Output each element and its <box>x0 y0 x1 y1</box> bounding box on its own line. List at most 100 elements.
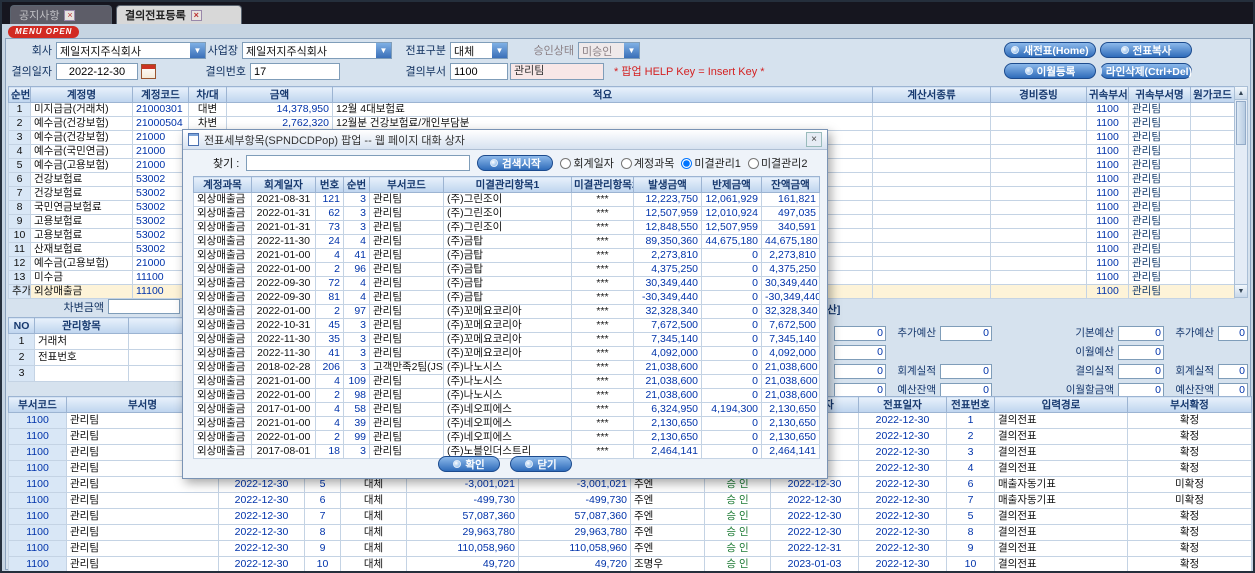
table-row[interactable]: 외상매출금 2021-01-31 73 3 관리팀 (주)그린조이 *** 12,848,55… <box>193 220 820 235</box>
table-row[interactable]: 외상매출금 2022-01-31 62 3 관리팀 (주)그린조이 *** 12,507,95… <box>193 206 820 221</box>
cell[interactable] <box>1190 172 1235 187</box>
cell[interactable]: 0 <box>701 276 762 291</box>
cell[interactable]: 110,058,960 <box>518 540 631 557</box>
cell[interactable]: 32,328,340 <box>761 304 820 319</box>
cell[interactable]: 2022-12-30 <box>858 556 947 571</box>
cell[interactable]: 2 <box>946 428 995 445</box>
cell[interactable]: 2022-12-30 <box>770 492 859 509</box>
cell[interactable]: 21000 <box>132 130 189 145</box>
cell[interactable]: *** <box>571 290 634 305</box>
cell[interactable]: 2022-09-30 <box>251 290 316 305</box>
budget-field[interactable]: 0 <box>1118 326 1164 341</box>
cell[interactable]: 관리팀 <box>369 206 444 221</box>
cell[interactable] <box>990 158 1087 173</box>
cell[interactable] <box>1190 116 1235 131</box>
cell[interactable]: 매출자동기표 <box>994 476 1128 493</box>
cell[interactable]: 12,848,550 <box>633 220 702 235</box>
table-row[interactable]: 외상매출금 2022-11-30 24 4 관리팀 (주)금탑 *** 89,350,360 4… <box>193 234 820 249</box>
cell[interactable]: 4,092,000 <box>761 346 820 361</box>
cell[interactable]: (주)네오피에스 <box>443 416 572 431</box>
cell[interactable] <box>872 284 991 299</box>
cell[interactable]: 관리팀 <box>1128 200 1191 215</box>
cell[interactable]: 8 <box>304 524 341 541</box>
cell[interactable]: 외상매출금 <box>193 402 252 417</box>
cell[interactable]: 관리팀 <box>369 290 444 305</box>
cell[interactable]: 2022-12-30 <box>858 428 947 445</box>
table-row[interactable]: 외상매출금 2022-11-30 35 3 관리팀 (주)꼬메요코리아 *** 7,345,1… <box>193 332 820 347</box>
cell[interactable]: 미확정 <box>1127 492 1252 509</box>
cell[interactable]: 57,087,360 <box>406 508 519 525</box>
site-select[interactable]: 제일저지주식회사 ▼ <box>242 42 392 59</box>
cell[interactable]: 1100 <box>1086 200 1129 215</box>
cell[interactable]: 12월 4대보험료 <box>332 102 873 117</box>
cell[interactable]: 0 <box>701 346 762 361</box>
radio-icon[interactable] <box>681 157 693 169</box>
cell[interactable]: 5 <box>946 508 995 525</box>
cell[interactable]: 21000301 <box>132 102 189 117</box>
cell[interactable]: *** <box>571 360 634 375</box>
cell[interactable]: *** <box>571 402 634 417</box>
cell[interactable]: 1100 <box>1086 130 1129 145</box>
cell[interactable]: 미수금 <box>30 270 133 285</box>
cell[interactable]: 외상매출금 <box>193 192 252 207</box>
cell[interactable]: 대체 <box>340 508 407 525</box>
cell[interactable]: 9 <box>946 540 995 557</box>
cell[interactable]: 2022-12-30 <box>858 476 947 493</box>
cell[interactable]: 12,507,959 <box>701 220 762 235</box>
table-row[interactable]: 외상매출금 2022-09-30 81 4 관리팀 (주)금탑 *** -30,349,440… <box>193 290 820 305</box>
cell[interactable]: 관리팀 <box>1128 270 1191 285</box>
cell[interactable]: 확정 <box>1127 540 1252 557</box>
cell[interactable]: 외상매출금 <box>193 206 252 221</box>
cell[interactable]: 98 <box>343 388 370 403</box>
cell[interactable]: 14,378,950 <box>226 102 333 117</box>
cell[interactable]: 승 인 <box>704 492 771 509</box>
cell[interactable]: 대체 <box>340 540 407 557</box>
cell[interactable]: *** <box>571 262 634 277</box>
radio-account-title[interactable]: 계정과목 <box>620 155 674 171</box>
cell[interactable]: 2 <box>315 304 344 319</box>
cell[interactable] <box>990 172 1087 187</box>
cell[interactable]: 2022-12-30 <box>218 492 305 509</box>
table-row[interactable]: 외상매출금 2021-01-00 4 41 관리팀 (주)금탑 *** 2,273,810 0 2… <box>193 248 820 263</box>
cell[interactable]: 관리팀 <box>369 318 444 333</box>
resolution-no-input[interactable] <box>250 63 340 80</box>
cell[interactable]: 대체 <box>340 524 407 541</box>
tab-slip-entry[interactable]: 결의전표등록 × <box>116 5 242 24</box>
cell[interactable]: 주엔 <box>630 540 705 557</box>
cell[interactable]: 0 <box>701 262 762 277</box>
cell[interactable]: 2022-11-30 <box>251 332 316 347</box>
radio-icon[interactable] <box>620 157 632 169</box>
cell[interactable] <box>872 144 991 159</box>
cell[interactable]: 조명우 <box>630 556 705 571</box>
budget-field[interactable]: 0 <box>834 364 886 379</box>
cell[interactable]: *** <box>571 248 634 263</box>
cell[interactable]: *** <box>571 276 634 291</box>
cell[interactable]: 주엔 <box>630 492 705 509</box>
budget-field[interactable]: 0 <box>1118 364 1164 379</box>
cell[interactable]: 1100 <box>1086 186 1129 201</box>
cell[interactable]: 12,507,959 <box>633 206 702 221</box>
cell[interactable]: 확정 <box>1127 428 1252 445</box>
cell[interactable]: 2,130,650 <box>633 416 702 431</box>
cell[interactable]: 1100 <box>8 412 67 429</box>
cell[interactable]: 0 <box>701 248 762 263</box>
cell[interactable]: 4 <box>343 290 370 305</box>
cell[interactable]: 확정 <box>1127 444 1252 461</box>
cell[interactable]: 외상매출금 <box>30 284 133 299</box>
cell[interactable]: (주)꼬메요코리아 <box>443 318 572 333</box>
cell[interactable]: 97 <box>343 304 370 319</box>
cell[interactable]: 12,061,929 <box>701 192 762 207</box>
cell[interactable]: 관리팀 <box>369 248 444 263</box>
table-row[interactable]: 외상매출금 2022-01-00 2 99 관리팀 (주)네오피에스 *** 2,130,65… <box>193 430 820 445</box>
cell[interactable]: 1 <box>8 102 31 117</box>
cell[interactable]: 7,672,500 <box>761 318 820 333</box>
cell[interactable] <box>872 172 991 187</box>
cell[interactable]: 45 <box>315 318 344 333</box>
cell[interactable]: 1 <box>946 412 995 429</box>
cell[interactable]: 1100 <box>8 540 67 557</box>
cell[interactable]: 관리팀 <box>1128 172 1191 187</box>
cell[interactable]: 62 <box>315 206 344 221</box>
cell[interactable]: 2 <box>8 349 35 366</box>
close-icon[interactable]: × <box>806 132 822 147</box>
cell[interactable]: 3 <box>343 206 370 221</box>
